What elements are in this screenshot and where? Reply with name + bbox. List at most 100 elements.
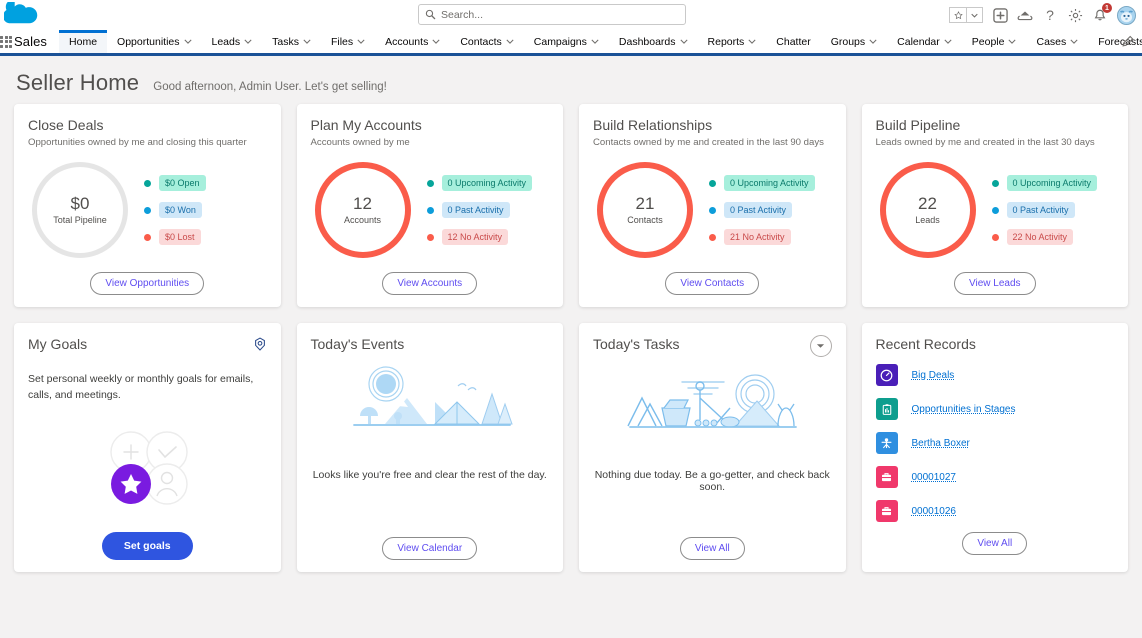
recent-record-link[interactable]: Bertha Boxer [912,438,970,449]
view-calendar-button[interactable]: View Calendar [382,536,478,560]
recent-record-link[interactable]: 00001027 [912,472,957,483]
legend-accounts: 0 Upcoming Activity 0 Past Activity 12 No … [426,175,533,245]
nav-item-opportunities[interactable]: Opportunities [107,30,201,53]
legend-label[interactable]: 0 Upcoming Activity [441,175,533,191]
nav-item-home[interactable]: Home [59,30,108,53]
donut-value: $0 [70,193,90,213]
donut-caption: Accounts [343,215,382,226]
legend-label[interactable]: 0 Upcoming Activity [724,175,815,191]
view-all-records-button[interactable]: View All [962,532,1028,555]
card-title: Plan My Accounts [310,117,422,133]
legend-label[interactable]: $0 Won [159,202,202,218]
nav-item-accounts[interactable]: Accounts [375,30,450,53]
goals-settings-gear-icon[interactable] [253,337,267,356]
app-name[interactable]: Sales [12,30,59,53]
nav-item-label: Campaigns [533,35,587,48]
legend-dot-icon [991,206,999,214]
chevron-down-icon[interactable] [869,39,877,44]
nav-item-people[interactable]: People [962,30,1027,53]
set-goals-button[interactable]: Set goals [101,531,193,560]
legend-label[interactable]: 0 Past Activity [441,202,510,218]
add-icon[interactable] [992,7,1008,23]
search-input[interactable]: Search... [418,4,686,25]
learning-cloud-icon[interactable] [1017,7,1033,23]
nav-item-label: Tasks [272,35,299,48]
view-accounts-button[interactable]: View Accounts [382,272,478,295]
favorites-star-icon[interactable] [949,7,966,23]
chevron-down-icon[interactable] [506,39,514,44]
chevron-down-icon[interactable] [303,39,311,44]
view-contacts-button[interactable]: View Contacts [665,272,760,295]
notifications-bell-icon[interactable]: 1 [1092,3,1112,23]
nav-item-label: Groups [830,35,866,48]
nav-item-calendar[interactable]: Calendar [887,30,962,53]
global-search-container[interactable]: Search... [418,4,686,25]
construction-scene-illustration [593,366,832,451]
card-todays-tasks: Today's Tasks Nothing due today. Be a go… [579,323,846,572]
chevron-down-icon[interactable] [591,39,599,44]
card-footer: View Leads [876,258,1115,295]
page-title: Seller Home [16,70,140,95]
card-recent-records: Recent Records Big Deals Opportunities in… [861,323,1128,572]
favorites-dropdown-icon[interactable] [966,7,983,23]
legend-dot-icon [709,233,716,241]
metric-body: 21 Contacts 0 Upcoming Activity 0 Past Ac… [593,162,832,258]
nav-item-reports[interactable]: Reports [698,30,767,53]
legend-row: 0 Upcoming Activity [991,175,1098,191]
recent-record-row[interactable]: Opportunities in Stages [875,398,1115,420]
chevron-down-icon[interactable] [357,39,365,44]
recent-record-row[interactable]: 00001026 [875,500,1115,522]
nav-item-contacts[interactable]: Contacts [450,30,523,53]
recent-record-link[interactable]: Opportunities in Stages [912,404,1016,415]
legend-label[interactable]: 22 No Activity [1006,229,1074,245]
card-plan-my-accounts: Plan My Accounts Accounts owned by me 12… [296,104,563,307]
pencil-edit-icon[interactable] [1121,30,1134,53]
recent-record-link[interactable]: 00001026 [912,506,957,517]
chevron-down-icon[interactable] [183,39,192,44]
view-opportunities-button[interactable]: View Opportunities [90,272,205,295]
nav-item-label: People [971,35,1005,48]
chevron-down-icon[interactable] [432,39,440,44]
chevron-down-icon[interactable] [244,39,252,44]
view-leads-button[interactable]: View Leads [953,272,1036,295]
recent-record-row[interactable]: Big Deals [875,364,1115,386]
chevron-down-icon[interactable] [809,335,832,357]
app-launcher-waffle-icon[interactable] [0,30,12,53]
nav-item-label: Leads [211,35,241,48]
chevron-down-icon[interactable] [679,39,688,44]
chevron-down-icon[interactable] [1008,39,1017,44]
nav-item-campaigns[interactable]: Campaigns [524,30,609,53]
legend-label[interactable]: $0 Open [159,175,206,191]
legend-dot-icon [426,233,434,241]
card-title: Build Relationships [593,117,713,133]
goals-description: Set personal weekly or monthly goals for… [28,373,254,401]
legend-label[interactable]: 0 Past Activity [1006,202,1075,218]
nav-item-leads[interactable]: Leads [202,30,263,53]
nav-item-dashboards[interactable]: Dashboards [609,30,698,53]
chevron-down-icon[interactable] [748,39,756,44]
chevron-down-icon[interactable] [1070,39,1078,44]
favorites-group[interactable] [949,7,983,23]
recent-record-row[interactable]: Bertha Boxer [875,432,1115,454]
nav-item-tasks[interactable]: Tasks [262,30,321,53]
setup-gear-icon[interactable] [1067,7,1083,23]
donut-chart-leads: 22 Leads [879,162,976,258]
nav-item-cases[interactable]: Cases [1026,30,1088,53]
nav-item-files[interactable]: Files [321,30,375,53]
avatar[interactable] [1117,5,1136,25]
salesforce-cloud-logo[interactable] [0,0,46,30]
legend-label[interactable]: 12 No Activity [441,229,509,245]
help-icon[interactable]: ? [1042,7,1058,23]
nav-item-chatter[interactable]: Chatter [766,30,820,53]
recent-record-row[interactable]: 00001027 [875,466,1115,488]
nav-item-groups[interactable]: Groups [821,30,887,53]
legend-label[interactable]: 0 Past Activity [724,202,793,218]
legend-dot-icon [709,206,716,214]
legend-label[interactable]: 21 No Activity [724,229,791,245]
legend-dot-icon [991,233,999,241]
legend-label[interactable]: $0 Lost [159,229,201,245]
recent-record-link[interactable]: Big Deals [912,370,955,381]
chevron-down-icon[interactable] [944,39,952,44]
legend-label[interactable]: 0 Upcoming Activity [1006,175,1098,191]
view-all-tasks-button[interactable]: View All [679,536,745,560]
